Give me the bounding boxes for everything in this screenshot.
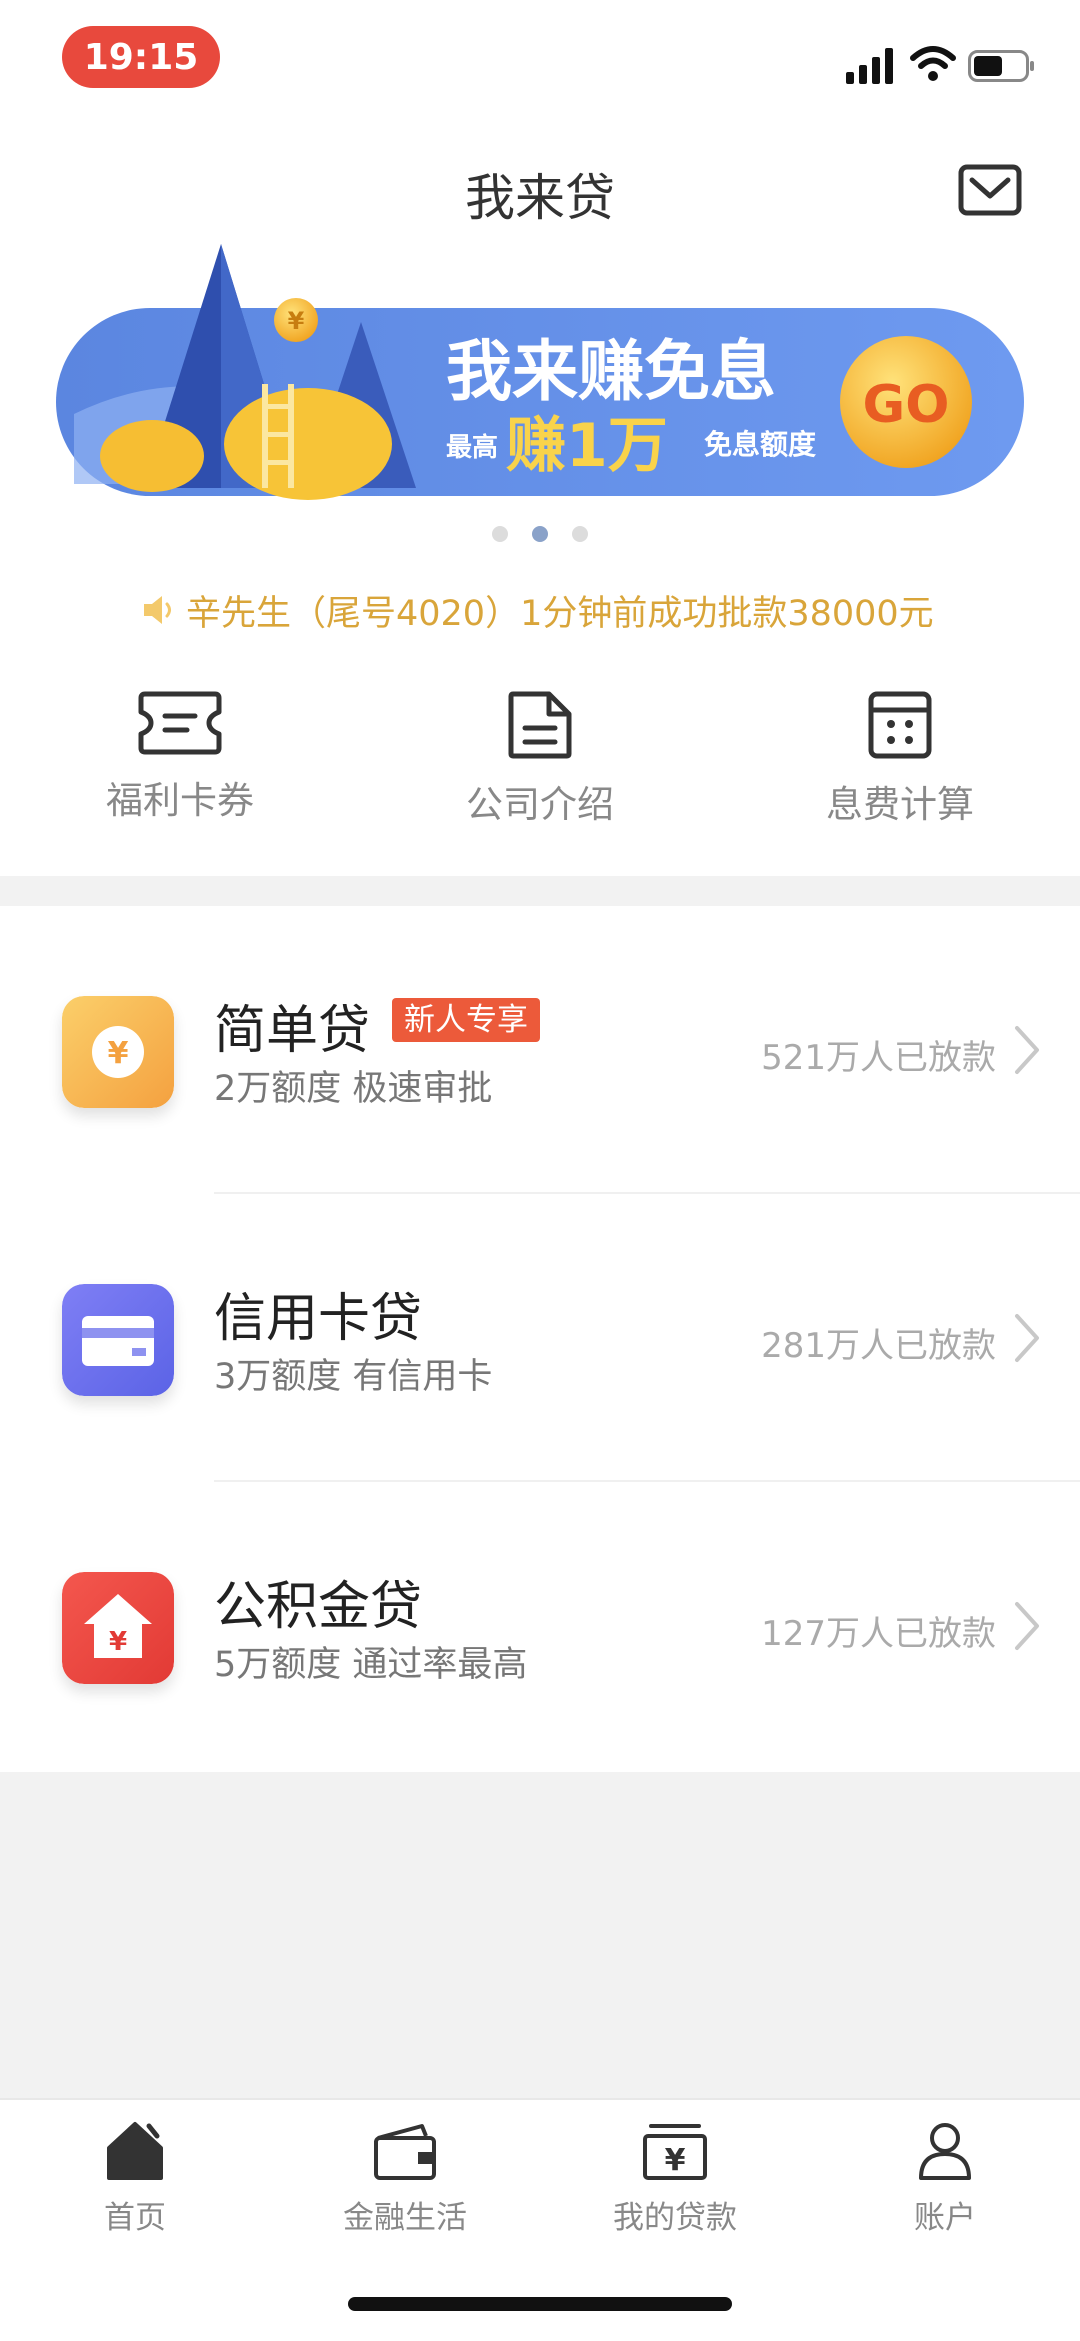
- house-fund-icon: ¥: [62, 1572, 174, 1684]
- coin-symbol: ¥: [288, 307, 305, 335]
- loan-subtitle: 5万额度 通过率最高: [214, 1645, 528, 1685]
- tab-my-loans[interactable]: ¥ 我的贷款: [565, 2120, 785, 2237]
- quick-action-calculator[interactable]: 息费计算: [780, 690, 1020, 828]
- battery-icon: [968, 50, 1034, 82]
- tab-finance-life[interactable]: 金融生活: [295, 2120, 515, 2237]
- user-icon: [919, 2123, 971, 2180]
- wallet-icon: [374, 2124, 436, 2180]
- tab-label: 金融生活: [343, 2200, 467, 2236]
- chevron-right-icon: [1015, 1026, 1039, 1074]
- wifi-icon: [910, 46, 956, 81]
- yen-symbol: ¥: [665, 2143, 686, 2178]
- yen-symbol: ¥: [109, 1627, 127, 1657]
- loan-row-credit-card[interactable]: 信用卡贷 3万额度 有信用卡 281万人已放款: [0, 1194, 1080, 1482]
- loan-subtitle: 2万额度 极速审批: [214, 1069, 493, 1109]
- banner-prefix: 最高: [446, 432, 498, 463]
- banner-main-text: 赚1万: [506, 411, 668, 481]
- home-icon: [107, 2122, 163, 2180]
- yen-coin-icon: ¥: [62, 996, 174, 1108]
- loan-row-housing-fund[interactable]: ¥ 公积金贷 5万额度 通过率最高 127万人已放款: [0, 1482, 1080, 1770]
- home-indicator[interactable]: [348, 2297, 732, 2311]
- loan-name: 简单贷: [214, 1001, 371, 1061]
- notice-text: 辛先生（尾号4020）1分钟前成功批款38000元: [186, 593, 934, 634]
- calculator-icon: [868, 691, 932, 759]
- loan-row-simple[interactable]: ¥ 简单贷 新人专享 2万额度 极速审批 521万人已放款: [0, 906, 1080, 1194]
- tab-account[interactable]: 账户: [835, 2120, 1055, 2237]
- status-time: 19:15: [62, 26, 220, 88]
- approval-notice: 辛先生（尾号4020）1分钟前成功批款38000元: [140, 586, 960, 634]
- banner-suffix: 免息额度: [704, 428, 816, 461]
- tab-home[interactable]: 首页: [25, 2120, 245, 2237]
- carousel-dot-2-active[interactable]: [532, 526, 548, 542]
- document-icon: [508, 691, 572, 759]
- loan-box-icon: ¥: [643, 2124, 707, 2180]
- quick-action-label: 公司介绍: [466, 783, 614, 826]
- banner-headline: 我来赚免息: [446, 333, 776, 410]
- yen-symbol: ¥: [108, 1036, 129, 1071]
- go-label: GO: [863, 375, 950, 435]
- loan-count: 127万人已放款: [761, 1614, 996, 1654]
- carousel-dots: [0, 526, 1080, 542]
- loan-count: 521万人已放款: [761, 1038, 996, 1078]
- quick-action-company[interactable]: 公司介绍: [420, 690, 660, 828]
- chevron-right-icon: [1015, 1314, 1039, 1362]
- quick-action-label: 福利卡券: [106, 779, 254, 822]
- loan-name: 信用卡贷: [214, 1289, 423, 1349]
- chevron-right-icon: [1015, 1602, 1039, 1650]
- tab-label: 我的贷款: [613, 2200, 737, 2236]
- page-title: 我来贷: [465, 169, 615, 227]
- signal-icon: [846, 48, 893, 84]
- speaker-icon: [144, 596, 171, 624]
- credit-card-icon: [62, 1284, 174, 1396]
- loan-subtitle: 3万额度 有信用卡: [214, 1357, 493, 1397]
- loan-count: 281万人已放款: [761, 1326, 996, 1366]
- loan-name: 公积金贷: [214, 1577, 423, 1637]
- tab-label: 账户: [914, 2200, 976, 2236]
- new-user-badge: 新人专享: [392, 998, 540, 1042]
- mail-icon[interactable]: [958, 164, 1022, 216]
- small-pig-icon: [100, 420, 204, 492]
- carousel-dot-3[interactable]: [572, 526, 588, 542]
- loan-list: ¥ 简单贷 新人专享 2万额度 极速审批 521万人已放款 信用卡贷 3万额度 …: [0, 906, 1080, 1772]
- tab-label: 首页: [104, 2200, 166, 2236]
- piggy-bank-icon: [224, 388, 392, 500]
- quick-action-label: 息费计算: [826, 783, 974, 826]
- carousel-dot-1[interactable]: [492, 526, 508, 542]
- quick-action-coupons[interactable]: 福利卡券: [60, 690, 300, 824]
- promo-banner[interactable]: ¥ 我来赚免息 最高 赚1万 免息额度 GO: [56, 244, 1024, 504]
- coupon-ticket-icon: [138, 691, 222, 755]
